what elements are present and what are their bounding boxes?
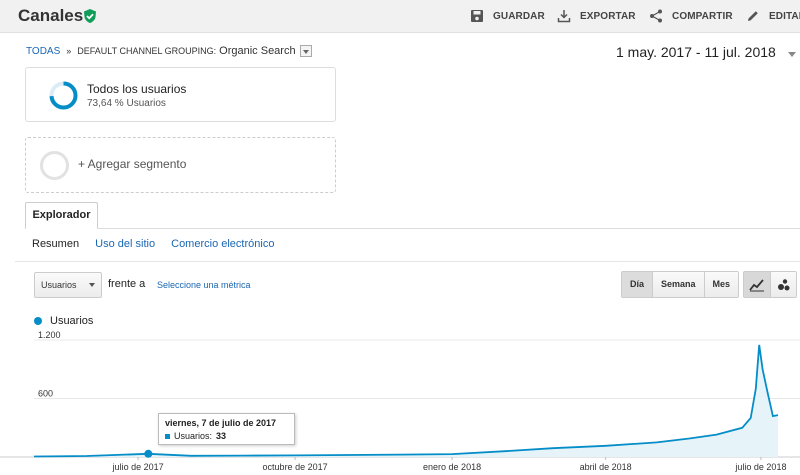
users-line-chart[interactable]: 1.200 600 julio de 2017 octubre de 2017 ener… bbox=[0, 330, 800, 475]
line-chart-icon bbox=[749, 278, 764, 291]
breadcrumb-root-link[interactable]: TODAS bbox=[26, 46, 60, 57]
breadcrumb-separator: » bbox=[66, 46, 72, 56]
select-metric-link[interactable]: Seleccione una métrica bbox=[157, 280, 251, 290]
tooltip-label: Usuarios: bbox=[174, 431, 213, 441]
pencil-icon bbox=[748, 11, 758, 21]
metric-select[interactable]: Usuarios bbox=[34, 272, 102, 298]
tab-divider bbox=[25, 228, 800, 229]
chart-legend: Usuarios bbox=[34, 315, 93, 327]
top-bar: Canales GUARDAR EXPORTAR COMPARTIR EDITA… bbox=[0, 0, 800, 33]
x-tick-label: julio de 2017 bbox=[112, 462, 164, 472]
granularity-toggle: Día Semana Mes bbox=[621, 271, 740, 298]
add-segment-button[interactable]: + Agregar segmento bbox=[25, 137, 336, 193]
granularity-week-button[interactable]: Semana bbox=[653, 272, 705, 297]
breadcrumb-value: Organic Search bbox=[219, 45, 296, 57]
subtab-uso-del-sitio[interactable]: Uso del sitio bbox=[95, 238, 155, 250]
tooltip-series-marker bbox=[165, 433, 170, 439]
chevron-down-icon[interactable] bbox=[788, 52, 796, 57]
y-tick-label: 1.200 bbox=[38, 330, 61, 340]
add-segment-label: + Agregar segmento bbox=[78, 157, 187, 171]
series-line bbox=[33, 344, 779, 458]
tab-explorador[interactable]: Explorador bbox=[25, 202, 98, 229]
breadcrumb-dropdown-button[interactable] bbox=[299, 45, 312, 57]
export-button[interactable]: EXPORTAR bbox=[557, 9, 636, 23]
x-tick-label: abril de 2018 bbox=[580, 462, 632, 472]
segment-donut-icon bbox=[49, 81, 78, 110]
tooltip-date: viernes, 7 de julio de 2017 bbox=[165, 418, 277, 428]
segment-percent: 73,64 % Usuarios bbox=[87, 98, 166, 109]
motion-chart-button[interactable] bbox=[770, 272, 796, 297]
chart-tooltip: viernes, 7 de julio de 2017 Usuarios: 33 bbox=[158, 413, 295, 445]
bubble-chart-icon bbox=[777, 278, 789, 290]
series-dot-icon bbox=[34, 317, 42, 325]
breadcrumb-grouping: DEFAULT CHANNEL GROUPING: bbox=[77, 46, 217, 56]
verified-shield-icon bbox=[84, 9, 96, 23]
save-button[interactable]: GUARDAR bbox=[470, 9, 545, 23]
versus-label: frente a bbox=[108, 278, 146, 290]
subtabs: Resumen Uso del sitio Comercio electróni… bbox=[32, 238, 287, 250]
segment-name: Todos los usuarios bbox=[87, 82, 187, 96]
tooltip-value: 33 bbox=[216, 431, 227, 441]
legend-label: Usuarios bbox=[50, 315, 94, 327]
divider bbox=[15, 261, 800, 262]
segment-card[interactable]: Todos los usuarios 73,64 % Usuarios bbox=[25, 67, 336, 122]
empty-segment-ring-icon bbox=[40, 151, 69, 180]
chart-type-toggle bbox=[743, 271, 797, 298]
x-tick-label: enero de 2018 bbox=[423, 462, 481, 472]
x-tick-label: julio de 2018 bbox=[734, 462, 786, 472]
edit-button[interactable]: EDITAR bbox=[746, 9, 800, 23]
line-chart-button[interactable] bbox=[744, 272, 770, 297]
subtab-comercio-electronico[interactable]: Comercio electrónico bbox=[171, 238, 274, 250]
highlight-point bbox=[144, 449, 153, 458]
subtab-resumen[interactable]: Resumen bbox=[32, 238, 79, 250]
export-icon bbox=[557, 10, 571, 23]
series-area bbox=[34, 344, 778, 457]
export-label: EXPORTAR bbox=[580, 10, 636, 22]
date-range-selector[interactable]: 1 may. 2017 - 11 jul. 2018 bbox=[616, 44, 776, 60]
share-icon bbox=[650, 9, 662, 23]
edit-label: EDITAR bbox=[769, 10, 800, 22]
breadcrumb: TODAS » DEFAULT CHANNEL GROUPING: Organi… bbox=[26, 45, 312, 57]
page-title: Canales bbox=[18, 6, 84, 25]
granularity-month-button[interactable]: Mes bbox=[704, 272, 739, 297]
y-tick-label: 600 bbox=[38, 389, 53, 399]
save-label: GUARDAR bbox=[493, 10, 545, 22]
save-icon bbox=[471, 10, 483, 22]
share-button[interactable]: COMPARTIR bbox=[649, 9, 733, 23]
share-label: COMPARTIR bbox=[672, 10, 733, 22]
granularity-day-button[interactable]: Día bbox=[622, 272, 654, 297]
x-tick-label: octubre de 2017 bbox=[263, 462, 328, 472]
